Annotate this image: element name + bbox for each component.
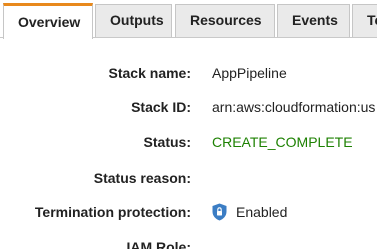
stack-name-label: Stack name: xyxy=(108,65,191,81)
status-reason-row: Status reason: xyxy=(0,167,377,189)
termination-protection-row: Termination protection: Enabled xyxy=(0,201,377,223)
status-reason-label: Status reason: xyxy=(93,170,191,186)
tab-template[interactable]: Te xyxy=(352,4,377,37)
iam-role-row: IAM Role: xyxy=(0,236,377,249)
stack-details-panel: Overview Outputs Resources Events Te Sta… xyxy=(0,0,377,249)
overview-content: Stack name: AppPipeline Stack ID: arn:aw… xyxy=(0,38,377,249)
stack-name-value: AppPipeline xyxy=(212,65,287,81)
stack-id-value: arn:aws:cloudformation:us xyxy=(212,99,376,115)
tab-resources[interactable]: Resources xyxy=(175,4,275,37)
status-value: CREATE_COMPLETE xyxy=(212,134,353,150)
tab-events[interactable]: Events xyxy=(277,4,350,37)
stack-name-row: Stack name: AppPipeline xyxy=(0,62,377,84)
tab-overview[interactable]: Overview xyxy=(3,3,93,39)
status-label: Status: xyxy=(143,134,191,150)
tab-bar: Overview Outputs Resources Events Te xyxy=(0,0,377,39)
stack-id-label: Stack ID: xyxy=(131,99,191,115)
stack-id-row: Stack ID: arn:aws:cloudformation:us xyxy=(0,96,377,118)
termination-protection-value: Enabled xyxy=(236,204,288,220)
termination-protection-label: Termination protection: xyxy=(34,204,191,220)
iam-role-label: IAM Role: xyxy=(126,239,191,249)
status-row: Status: CREATE_COMPLETE xyxy=(0,131,377,153)
tab-outputs[interactable]: Outputs xyxy=(95,4,172,37)
shield-lock-icon xyxy=(212,203,227,221)
